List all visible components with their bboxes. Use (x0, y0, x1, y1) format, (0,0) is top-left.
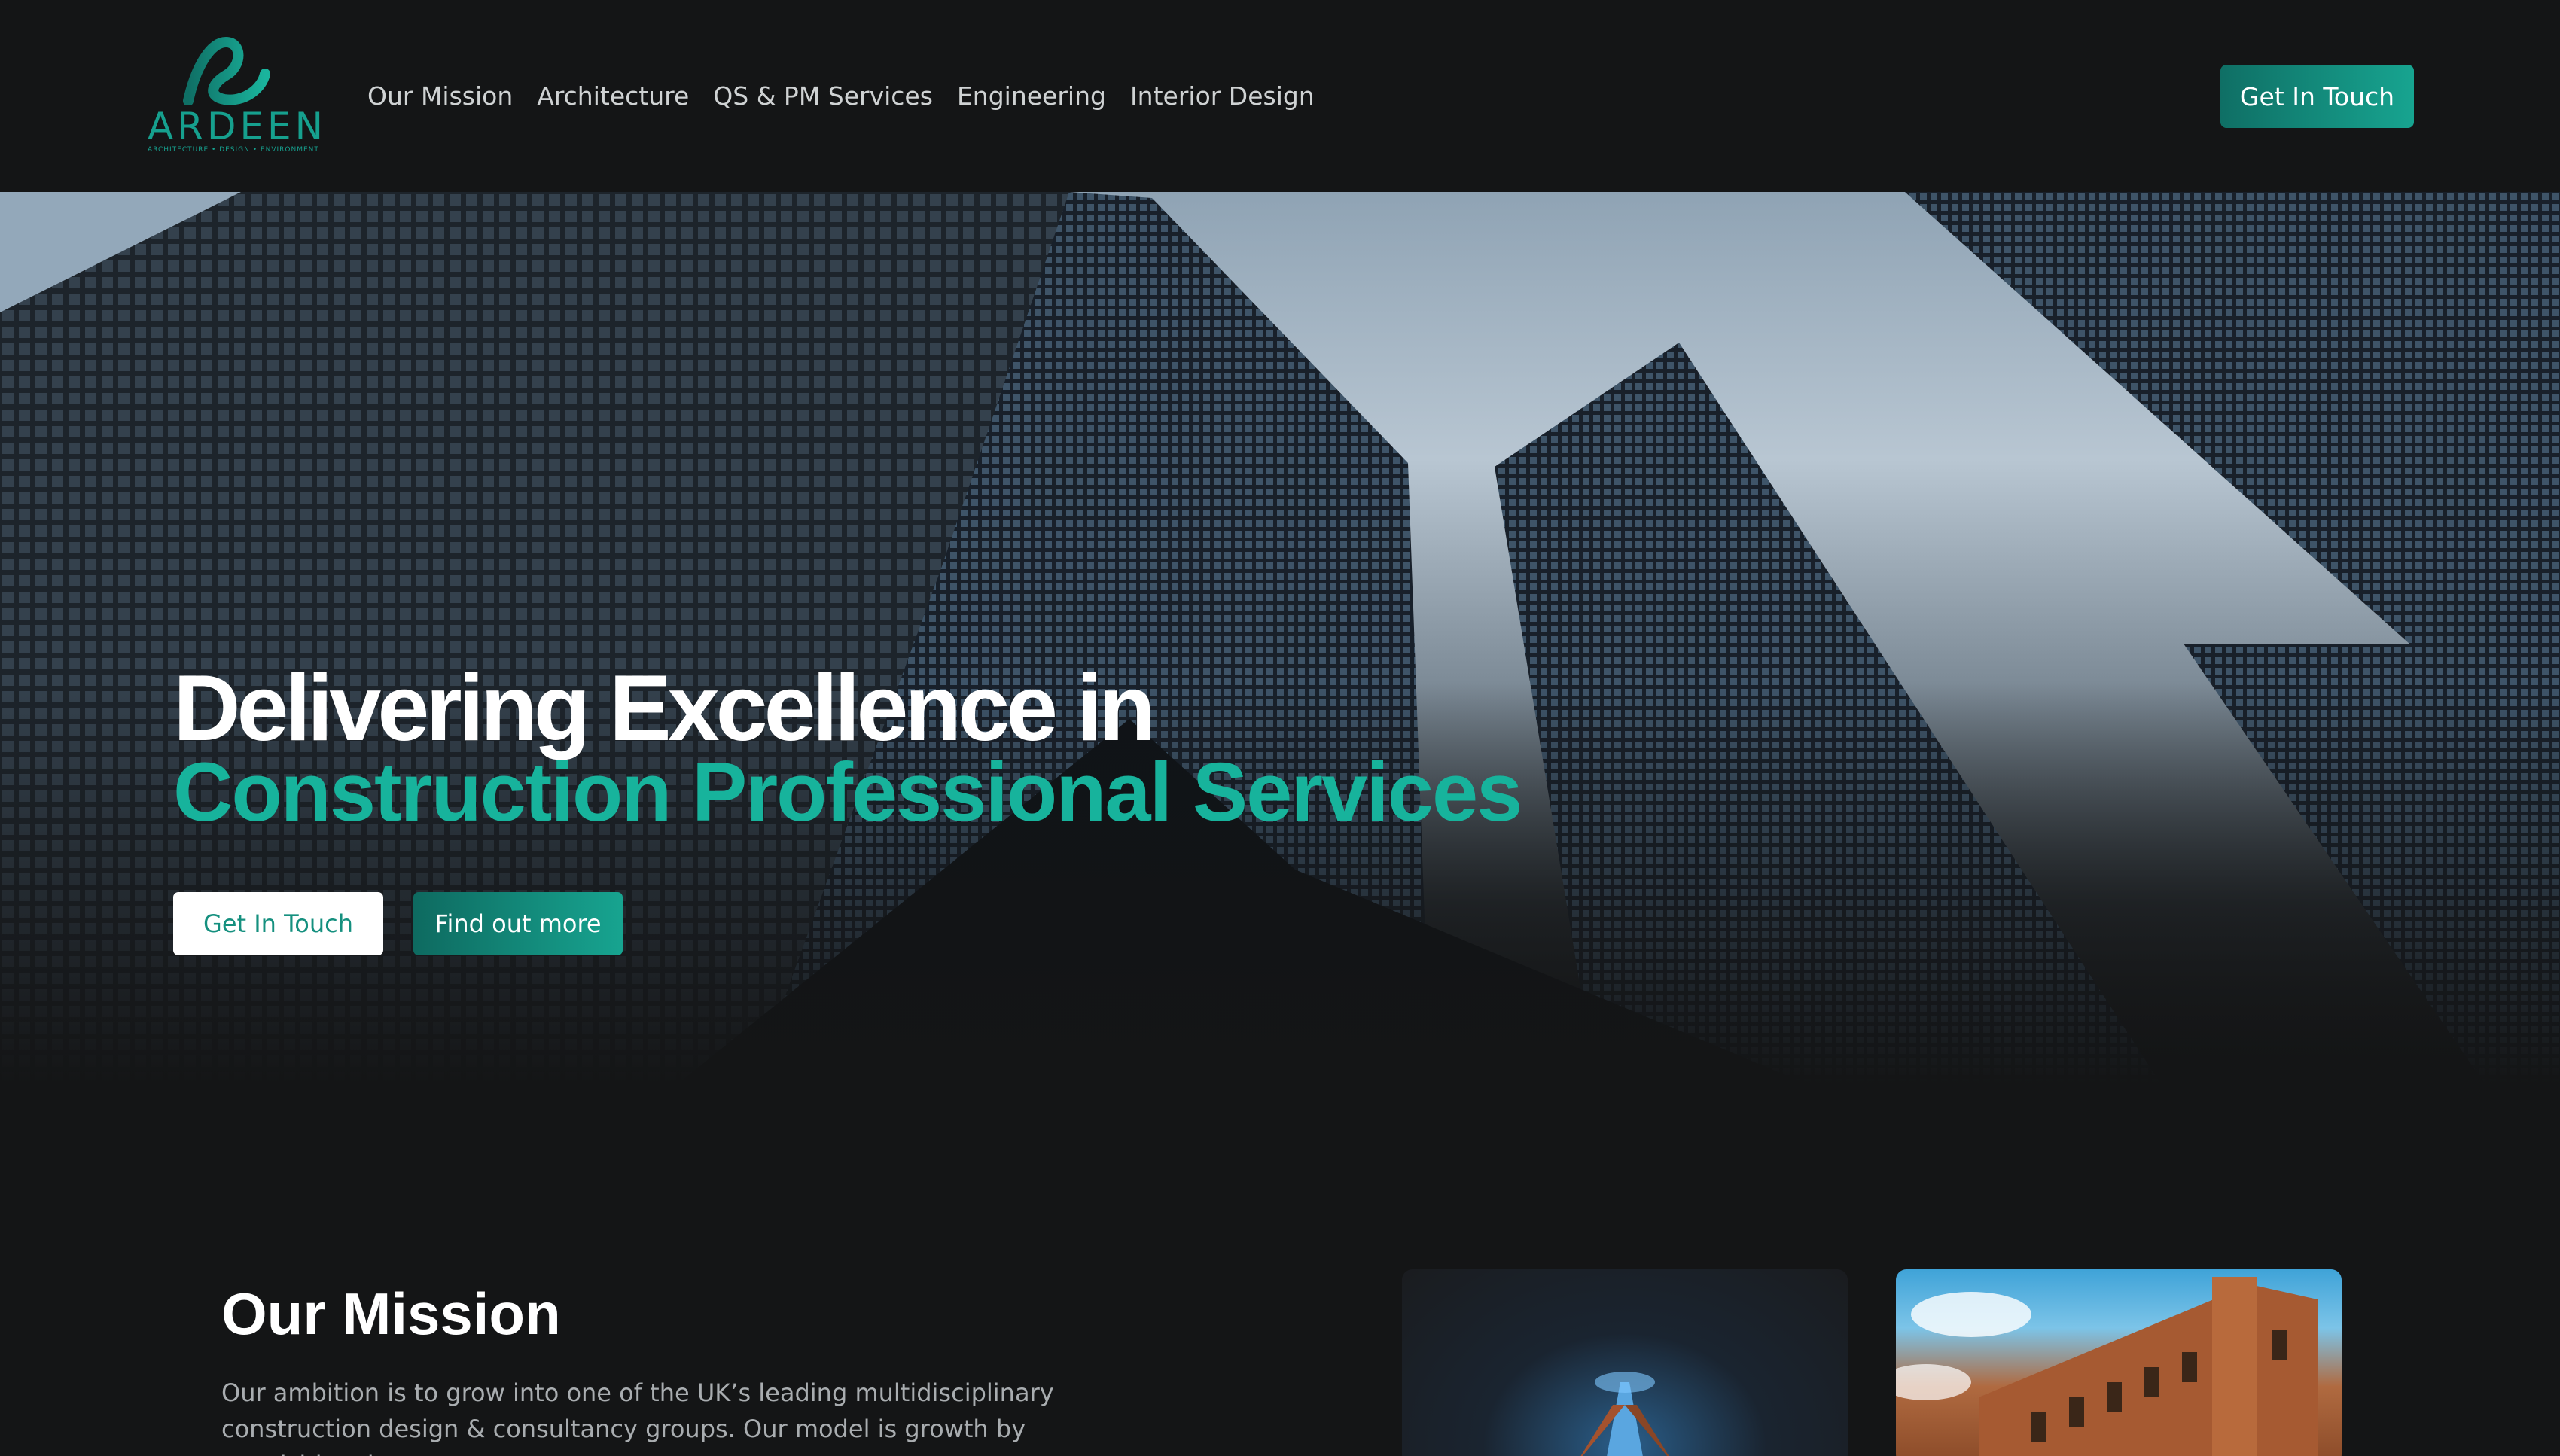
logo-wordmark: ARDEEN (148, 105, 328, 148)
mission-image-tower (1402, 1269, 1848, 1456)
mission-text: Our ambition is to grow into one of the … (221, 1378, 1054, 1456)
site-header: ARDEEN ARCHITECTURE • DESIGN • ENVIRONME… (0, 0, 2560, 192)
hero-section: Delivering Excellence in Construction Pr… (0, 192, 2560, 1084)
main-nav: Our Mission Architecture QS & PM Service… (367, 75, 1315, 117)
nav-our-mission[interactable]: Our Mission (367, 75, 513, 117)
logo-mark-icon (183, 36, 270, 105)
header-get-in-touch-button[interactable]: Get In Touch (2220, 65, 2414, 128)
nav-architecture[interactable]: Architecture (537, 75, 689, 117)
mission-title: Our Mission (221, 1281, 561, 1347)
nav-engineering[interactable]: Engineering (957, 75, 1106, 117)
building-photo-graphic (1896, 1277, 2318, 1456)
nav-qs-pm-services[interactable]: QS & PM Services (713, 75, 933, 117)
ardeen-logo[interactable]: ARDEEN ARCHITECTURE • DESIGN • ENVIRONME… (148, 36, 328, 158)
nav-interior-design[interactable]: Interior Design (1130, 75, 1315, 117)
hero-title-line2: Construction Professional Services (173, 746, 1522, 839)
hero-get-in-touch-button[interactable]: Get In Touch (173, 892, 383, 955)
hero-skyscrapers-image (0, 192, 2560, 1084)
hero-title: Delivering Excellence in Construction Pr… (173, 656, 1522, 839)
tower-photo-graphic (1580, 1372, 1669, 1456)
hero-find-out-more-button[interactable]: Find out more (413, 892, 623, 955)
hero-title-line1: Delivering Excellence in (173, 656, 1156, 760)
mission-image-building (1896, 1269, 2342, 1456)
logo-tagline: ARCHITECTURE • DESIGN • ENVIRONMENT (148, 146, 319, 154)
